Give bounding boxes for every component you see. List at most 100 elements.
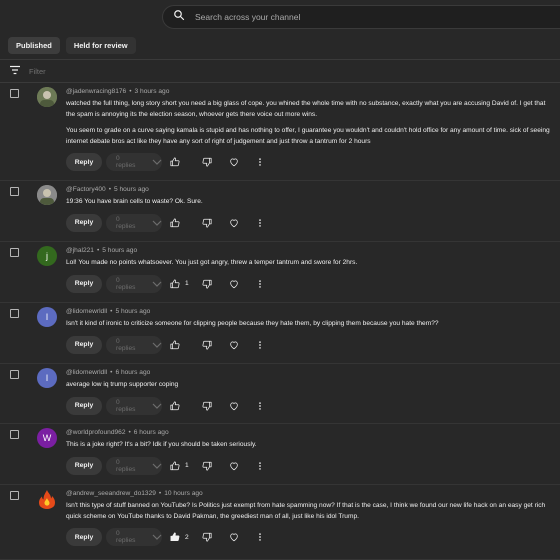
heart-button[interactable] (229, 279, 239, 289)
avatar-letter: l (46, 373, 48, 383)
like-button[interactable] (170, 400, 196, 411)
select-checkbox[interactable] (10, 430, 19, 439)
like-button[interactable]: 2 (170, 532, 196, 542)
like-button[interactable] (170, 339, 196, 350)
heart-button[interactable] (229, 532, 239, 542)
comment-time[interactable]: 10 hours ago (164, 490, 203, 497)
heart-button[interactable] (229, 461, 239, 471)
more-options-button[interactable] (255, 401, 265, 411)
heart-button[interactable] (229, 218, 239, 228)
reply-button[interactable]: Reply (66, 456, 102, 475)
avatar[interactable] (37, 489, 57, 509)
avatar[interactable]: j (37, 246, 57, 266)
comment-author[interactable]: @andrew_seeandrew_do1329 (66, 490, 156, 497)
heart-icon (229, 532, 239, 542)
search-input[interactable] (195, 12, 495, 22)
comment-actions: Reply 0 replies 1 (66, 456, 554, 475)
chevron-down-icon (152, 218, 162, 228)
comment-author[interactable]: @jhal221 (66, 247, 94, 254)
heart-icon (229, 401, 239, 411)
reply-button[interactable]: Reply (66, 335, 102, 354)
avatar[interactable]: l (37, 368, 57, 388)
comment-time[interactable]: 6 hours ago (115, 369, 150, 376)
comment-actions: Reply 0 replies (66, 153, 554, 171)
reply-button[interactable]: Reply (66, 274, 102, 293)
comment-meta: @jadenwracing8176 • 3 hours ago (66, 87, 554, 97)
chevron-down-icon (152, 532, 162, 542)
dislike-button[interactable] (202, 157, 212, 167)
comment-author[interactable]: @Factory400 (66, 186, 106, 193)
avatar[interactable] (37, 87, 57, 107)
comment-time[interactable]: 5 hours ago (114, 186, 149, 193)
reply-button[interactable]: Reply (66, 213, 102, 232)
select-checkbox[interactable] (10, 309, 19, 318)
replies-button[interactable]: 0 replies (106, 456, 162, 475)
tab-held-for-review[interactable]: Held for review (65, 37, 136, 54)
avatar[interactable]: l (37, 307, 57, 327)
like-button[interactable] (170, 157, 196, 167)
heart-button[interactable] (229, 340, 239, 350)
reply-button[interactable]: Reply (66, 528, 102, 546)
comment-row: l @lidomewrldll • 5 hours ago Isn't it kin… (0, 303, 560, 364)
avatar[interactable] (37, 185, 57, 205)
reply-button[interactable]: Reply (66, 153, 102, 171)
like-button[interactable] (170, 217, 196, 228)
dislike-button[interactable] (202, 461, 212, 471)
select-checkbox[interactable] (10, 248, 19, 257)
like-button[interactable]: 1 (170, 460, 196, 471)
dislike-button[interactable] (202, 532, 212, 542)
dislike-button[interactable] (202, 279, 212, 289)
select-checkbox[interactable] (10, 187, 19, 196)
replies-button[interactable]: 0 replies (106, 274, 162, 293)
comment-text: Isn't it kind of ironic to criticize som… (66, 320, 439, 327)
replies-label: 0 replies (116, 337, 136, 352)
comment-actions: Reply 0 replies 2 (66, 528, 554, 546)
meta-separator: • (108, 186, 111, 193)
like-button[interactable]: 1 (170, 278, 196, 289)
comment-author[interactable]: @lidomewrldll (66, 369, 107, 376)
search-box[interactable] (162, 5, 560, 29)
dislike-button[interactable] (202, 401, 212, 411)
thumbs-up-icon (170, 278, 180, 289)
avatar[interactable]: W (37, 428, 57, 448)
replies-button[interactable]: 0 replies (106, 528, 162, 546)
avatar-letter: l (46, 312, 48, 322)
comment-author[interactable]: @worldprofound962 (66, 429, 125, 436)
tab-published[interactable]: Published (8, 37, 60, 54)
more-options-button[interactable] (255, 157, 265, 167)
more-options-button[interactable] (255, 461, 265, 471)
dislike-button[interactable] (202, 340, 212, 350)
comment-text: average low iq trump supporter coping (66, 381, 179, 388)
comment-time[interactable]: 6 hours ago (134, 429, 169, 436)
more-options-button[interactable] (255, 279, 265, 289)
comment-author[interactable]: @jadenwracing8176 (66, 88, 126, 95)
replies-button[interactable]: 0 replies (106, 396, 162, 415)
select-checkbox[interactable] (10, 370, 19, 379)
reply-button[interactable]: Reply (66, 396, 102, 415)
comment-time[interactable]: 5 hours ago (102, 247, 137, 254)
heart-icon (229, 279, 239, 289)
filter-label[interactable]: Filter (29, 67, 46, 76)
comment-tabs: Published Held for review (8, 37, 136, 54)
more-options-button[interactable] (255, 340, 265, 350)
replies-button[interactable]: 0 replies (106, 213, 162, 232)
select-checkbox[interactable] (10, 89, 19, 98)
select-checkbox[interactable] (10, 491, 19, 500)
more-options-button[interactable] (255, 218, 265, 228)
more-options-button[interactable] (255, 532, 265, 542)
replies-label: 0 replies (116, 155, 136, 169)
comment-time[interactable]: 3 hours ago (135, 88, 170, 95)
comment-actions: Reply 0 replies (66, 396, 554, 415)
comment-author[interactable]: @lidomewrldll (66, 308, 107, 315)
filter-bar[interactable]: Filter (0, 60, 560, 82)
comment-meta: @lidomewrldll • 6 hours ago (66, 368, 554, 378)
replies-button[interactable]: 0 replies (106, 335, 162, 354)
filter-icon[interactable] (0, 62, 20, 80)
heart-button[interactable] (229, 157, 239, 167)
heart-button[interactable] (229, 401, 239, 411)
dislike-button[interactable] (202, 218, 212, 228)
comment-time[interactable]: 5 hours ago (115, 308, 150, 315)
comment-body: @andrew_seeandrew_do1329 • 10 hours ago Is… (66, 489, 554, 546)
replies-label: 0 replies (116, 458, 136, 473)
replies-button[interactable]: 0 replies (106, 153, 162, 171)
